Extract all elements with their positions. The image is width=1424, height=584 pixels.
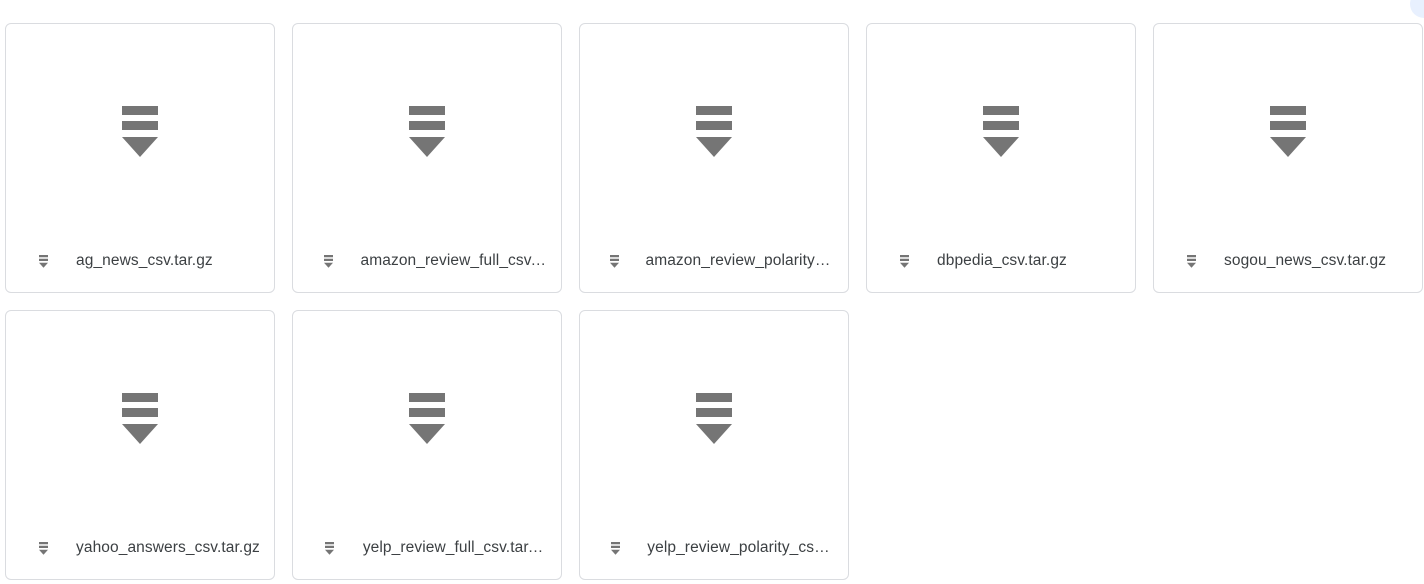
file-grid: ag_news_csv.tar.gz amazon_review_full_cs…	[5, 23, 1423, 580]
file-card[interactable]: yahoo_answers_csv.tar.gz	[5, 310, 275, 580]
file-thumbnail	[293, 24, 561, 239]
file-card-footer: yelp_review_polarity_csv.tar.gz	[580, 517, 848, 579]
file-name: amazon_review_polarity_csv.tar.gz	[645, 252, 834, 269]
file-card-footer: amazon_review_polarity_csv.tar.gz	[580, 230, 848, 292]
file-name: yahoo_answers_csv.tar.gz	[76, 539, 260, 556]
file-card[interactable]: ag_news_csv.tar.gz	[5, 23, 275, 293]
file-thumbnail	[293, 311, 561, 526]
archive-icon	[33, 541, 53, 555]
file-card-footer: sogou_news_csv.tar.gz	[1154, 230, 1422, 292]
archive-icon	[607, 254, 622, 268]
file-card[interactable]: yelp_review_polarity_csv.tar.gz	[579, 310, 849, 580]
archive-icon	[409, 105, 445, 158]
file-thumbnail	[867, 24, 1135, 239]
file-name: sogou_news_csv.tar.gz	[1224, 252, 1387, 269]
archive-icon	[122, 105, 158, 158]
archive-icon	[320, 541, 340, 555]
archive-icon	[696, 392, 732, 445]
file-name: yelp_review_full_csv.tar.gz	[362, 539, 547, 556]
file-thumbnail	[580, 24, 848, 239]
file-card[interactable]: dbpedia_csv.tar.gz	[866, 23, 1136, 293]
file-thumbnail	[6, 24, 274, 239]
file-card-footer: yahoo_answers_csv.tar.gz	[6, 517, 274, 579]
archive-icon	[983, 105, 1019, 158]
file-card-footer: amazon_review_full_csv.tar.gz	[293, 230, 561, 292]
file-card[interactable]: amazon_review_polarity_csv.tar.gz	[579, 23, 849, 293]
file-card-footer: dbpedia_csv.tar.gz	[867, 230, 1135, 292]
archive-icon	[122, 392, 158, 445]
archive-icon	[33, 254, 53, 268]
file-card[interactable]: yelp_review_full_csv.tar.gz	[292, 310, 562, 580]
file-thumbnail	[580, 311, 848, 526]
archive-icon	[409, 392, 445, 445]
archive-icon	[1181, 254, 1201, 268]
file-card-footer: yelp_review_full_csv.tar.gz	[293, 517, 561, 579]
archive-icon	[1270, 105, 1306, 158]
file-name: amazon_review_full_csv.tar.gz	[360, 252, 547, 269]
file-name: yelp_review_polarity_csv.tar.gz	[647, 539, 834, 556]
archive-icon	[696, 105, 732, 158]
archive-icon	[894, 254, 914, 268]
file-name: dbpedia_csv.tar.gz	[937, 252, 1067, 269]
file-card[interactable]: sogou_news_csv.tar.gz	[1153, 23, 1423, 293]
file-card[interactable]: amazon_review_full_csv.tar.gz	[292, 23, 562, 293]
file-thumbnail	[6, 311, 274, 526]
corner-avatar-fragment	[1410, 0, 1424, 18]
archive-icon	[607, 541, 624, 555]
file-thumbnail	[1154, 24, 1422, 239]
file-card-footer: ag_news_csv.tar.gz	[6, 230, 274, 292]
archive-icon	[320, 254, 338, 268]
file-name: ag_news_csv.tar.gz	[76, 252, 213, 269]
